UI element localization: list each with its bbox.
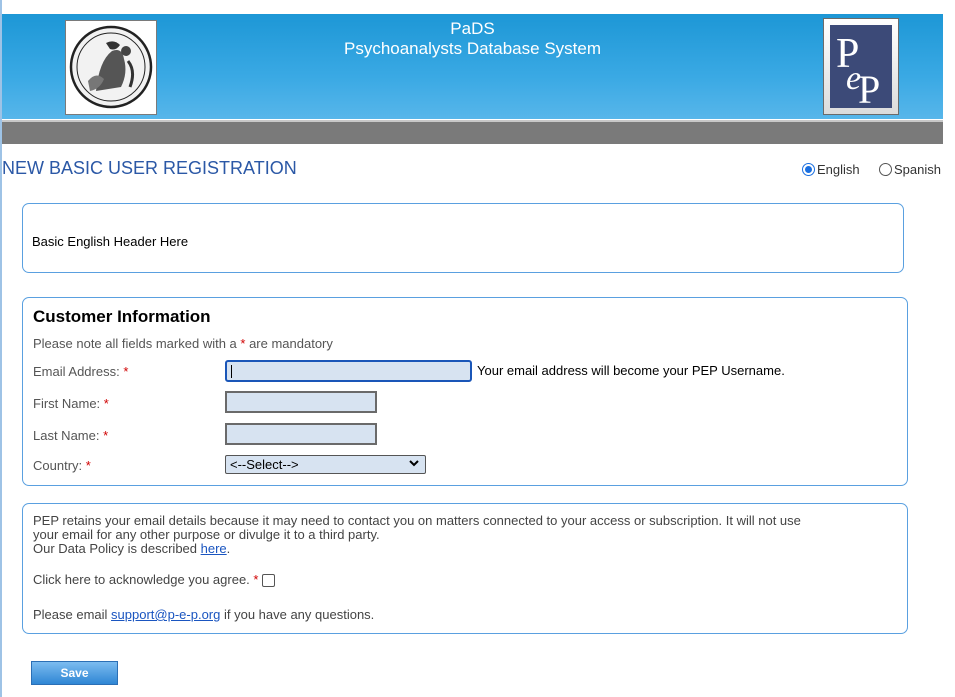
spanish-radio[interactable] [879, 163, 892, 176]
contact-prefix: Please email [33, 607, 112, 622]
country-select[interactable]: <--Select--> [225, 455, 426, 474]
email-hint: Your email address will become your PEP … [477, 363, 785, 378]
mandatory-note: Please note all fields marked with a * a… [33, 336, 333, 351]
last-name-field[interactable] [225, 423, 377, 445]
required-star: * [103, 396, 109, 411]
first-name-label-text: First Name: [33, 396, 101, 411]
email-label-text: Email Address: [33, 364, 120, 379]
app-name: PaDS [450, 19, 495, 38]
spanish-label: Spanish [894, 162, 941, 177]
customer-information-section: Customer Information Please note all fie… [22, 297, 908, 486]
data-policy-line: Our Data Policy is described here. [33, 542, 801, 556]
language-option-english[interactable]: English [802, 162, 860, 177]
country-label: Country: * [33, 458, 91, 473]
section-title: Customer Information [33, 307, 211, 326]
data-policy-prefix: Our Data Policy is described [33, 541, 201, 556]
data-policy-suffix: . [226, 541, 231, 556]
required-star: * [103, 428, 109, 443]
language-option-spanish[interactable]: Spanish [879, 162, 941, 177]
required-star: * [123, 364, 129, 379]
policy-text-line: your email for any other purpose or divu… [33, 527, 380, 542]
chevron-down-icon [408, 457, 420, 475]
contact-line: Please email support@p-e-p.org if you ha… [33, 608, 374, 622]
country-label-text: Country: [33, 458, 83, 473]
english-radio[interactable] [802, 163, 815, 176]
last-name-label: Last Name: * [33, 428, 108, 443]
acknowledge-label: Click here to acknowledge you agree. [33, 572, 250, 587]
first-name-field[interactable] [225, 391, 377, 413]
svg-text:P: P [858, 67, 880, 112]
email-label: Email Address: * [33, 364, 128, 379]
policy-text: PEP retains your email details because i… [33, 514, 801, 556]
header-banner: PaDS Psychoanalysts Database System P e … [2, 14, 943, 119]
country-selected-value: <--Select--> [230, 457, 299, 472]
app-subtitle: Psychoanalysts Database System [343, 39, 601, 58]
support-email-link[interactable]: support@p-e-p.org [111, 607, 220, 622]
header-divider-strip [2, 120, 943, 144]
acknowledge-row: Click here to acknowledge you agree. * [33, 572, 276, 588]
note-text-before: Please note all fields marked with a [33, 336, 241, 351]
required-star: * [253, 572, 259, 587]
note-text-after: are mandatory [245, 336, 333, 351]
required-star: * [85, 458, 91, 473]
english-label: English [817, 162, 860, 177]
page-title: NEW BASIC USER REGISTRATION [2, 158, 297, 178]
email-field[interactable] [225, 360, 472, 382]
data-policy-link[interactable]: here [201, 541, 227, 556]
last-name-label-text: Last Name: [33, 428, 100, 443]
contact-suffix: if you have any questions. [220, 607, 375, 622]
pep-logo: P e P [823, 18, 899, 115]
intro-header-box: Basic English Header Here [22, 203, 904, 273]
save-button[interactable]: Save [31, 661, 118, 685]
intro-header-text: Basic English Header Here [32, 234, 189, 249]
data-policy-section: PEP retains your email details because i… [22, 503, 908, 634]
policy-text-line: PEP retains your email details because i… [33, 513, 801, 528]
acknowledge-checkbox[interactable] [262, 574, 276, 588]
text-cursor [231, 365, 232, 378]
first-name-label: First Name: * [33, 396, 109, 411]
header-title: PaDS Psychoanalysts Database System [2, 19, 943, 59]
